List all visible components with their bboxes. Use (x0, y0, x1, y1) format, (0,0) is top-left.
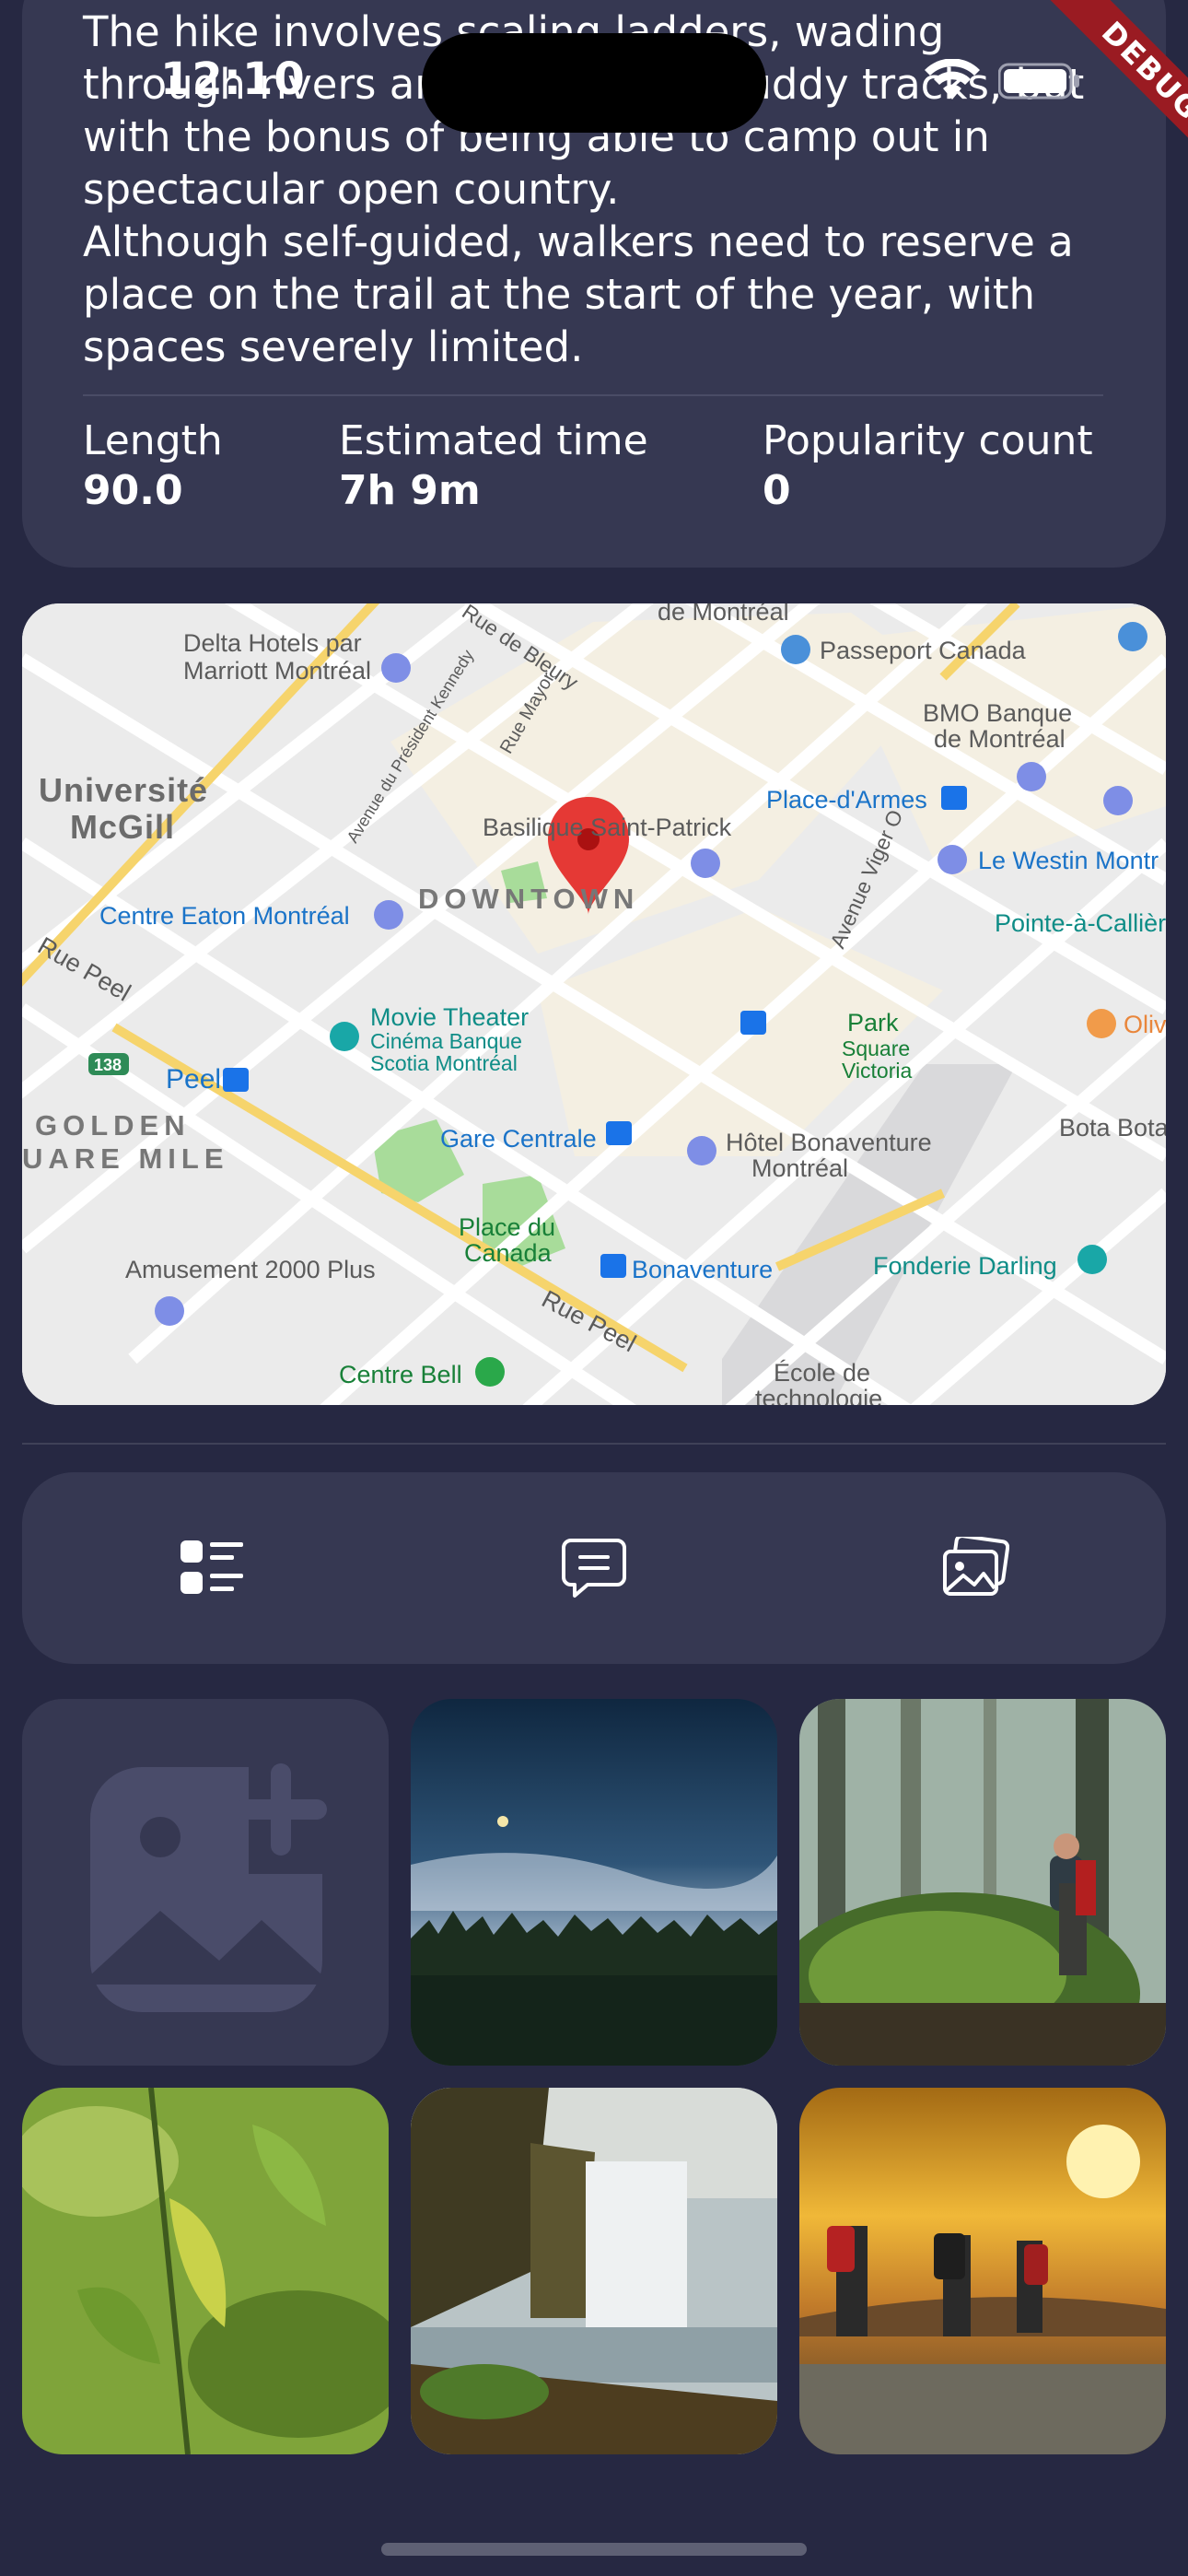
add-photo-icon (90, 1763, 327, 2012)
stat-popularity: Popularity count 0 (763, 416, 1093, 516)
stat-estimated-time: Estimated time 7h 9m (339, 416, 648, 516)
map-label: Marriott Montréal (183, 657, 372, 685)
map-label: Centre Bell (339, 1361, 462, 1388)
map-label: GOLDEN (35, 1109, 191, 1142)
map-label: Le Westin Montr (978, 847, 1159, 874)
section-divider (22, 1443, 1166, 1445)
map-label: Delta Hotels par (183, 629, 362, 657)
map-label: Pointe-à-Callière (995, 909, 1166, 937)
gallery-icon[interactable] (941, 1537, 1009, 1599)
map-label: Park (847, 1009, 899, 1036)
map-label: Place du (459, 1213, 556, 1241)
stat-label: Length (83, 417, 223, 464)
stat-label: Estimated time (339, 417, 648, 464)
map-label: Amusement 2000 Plus (125, 1256, 376, 1283)
map-label: de Montréal (658, 603, 789, 626)
map-label: de Montréal (934, 725, 1066, 753)
photo-hiker-forest[interactable] (799, 1699, 1166, 2066)
add-photo-tile[interactable] (22, 1699, 389, 2066)
map-label: McGill (70, 808, 176, 846)
description-paragraph-2: Although self-guided, walkers need to re… (83, 217, 1074, 371)
map-label: Scotia Montréal (370, 1051, 518, 1075)
dynamic-island (422, 33, 766, 133)
map-label: Peel (166, 1064, 222, 1095)
map-label: Basilique Saint-Patrick (483, 814, 732, 841)
trail-map[interactable]: Delta Hotels par Marriott Montréal de Mo… (22, 603, 1166, 1405)
stat-value: 0 (763, 467, 791, 514)
map-label: Bota Bota (1059, 1114, 1166, 1142)
map-label: 138 (94, 1056, 122, 1074)
details-list-icon[interactable] (179, 1537, 247, 1599)
map-label: DOWNTOWN (418, 883, 640, 915)
debug-label: DEBUG (1038, 0, 1188, 184)
details-divider (83, 394, 1103, 396)
map-label: technologie (755, 1385, 883, 1405)
hiker-forest-image (799, 1699, 1166, 2066)
stat-value: 90.0 (83, 467, 183, 514)
waterfall-image (411, 2088, 777, 2454)
map-label: Hôtel Bonaventure (726, 1129, 932, 1156)
map-label: École de (774, 1359, 871, 1387)
map-label: Montréal (751, 1154, 849, 1182)
night-forest-image (411, 1699, 777, 2066)
map-label: Université (39, 771, 209, 809)
photo-green-leaves[interactable] (22, 2088, 389, 2454)
stat-length: Length 90.0 (83, 416, 223, 516)
status-time: 12:10 (160, 53, 306, 105)
photo-hikers-sunset[interactable] (799, 2088, 1166, 2454)
green-leaves-image (22, 2088, 389, 2454)
detail-tab-bar (22, 1472, 1166, 1664)
photo-waterfall[interactable] (411, 2088, 777, 2454)
map-label: Fonderie Darling (873, 1252, 1057, 1280)
stat-value: 7h 9m (339, 467, 481, 514)
hikers-sunset-image (799, 2088, 1166, 2454)
map-label: BMO Banque (923, 699, 1073, 727)
stat-label: Popularity count (763, 417, 1093, 464)
map-label: Place-d'Armes (766, 786, 927, 814)
home-indicator (381, 2543, 807, 2556)
debug-banner: DEBUG (1004, 0, 1188, 184)
map-label: UARE MILE (22, 1142, 229, 1175)
map-label: Passeport Canada (820, 637, 1026, 664)
map-label: Canada (464, 1239, 552, 1267)
photo-night-forest[interactable] (411, 1699, 777, 2066)
wifi-icon (925, 59, 980, 100)
map-label: Bonaventure (632, 1256, 774, 1283)
map-label: Gare Centrale (440, 1125, 597, 1153)
comments-icon[interactable] (560, 1537, 628, 1599)
map-label: Oliv (1124, 1011, 1166, 1038)
map-label: Victoria (842, 1059, 913, 1083)
map-label: Centre Eaton Montréal (99, 902, 350, 930)
